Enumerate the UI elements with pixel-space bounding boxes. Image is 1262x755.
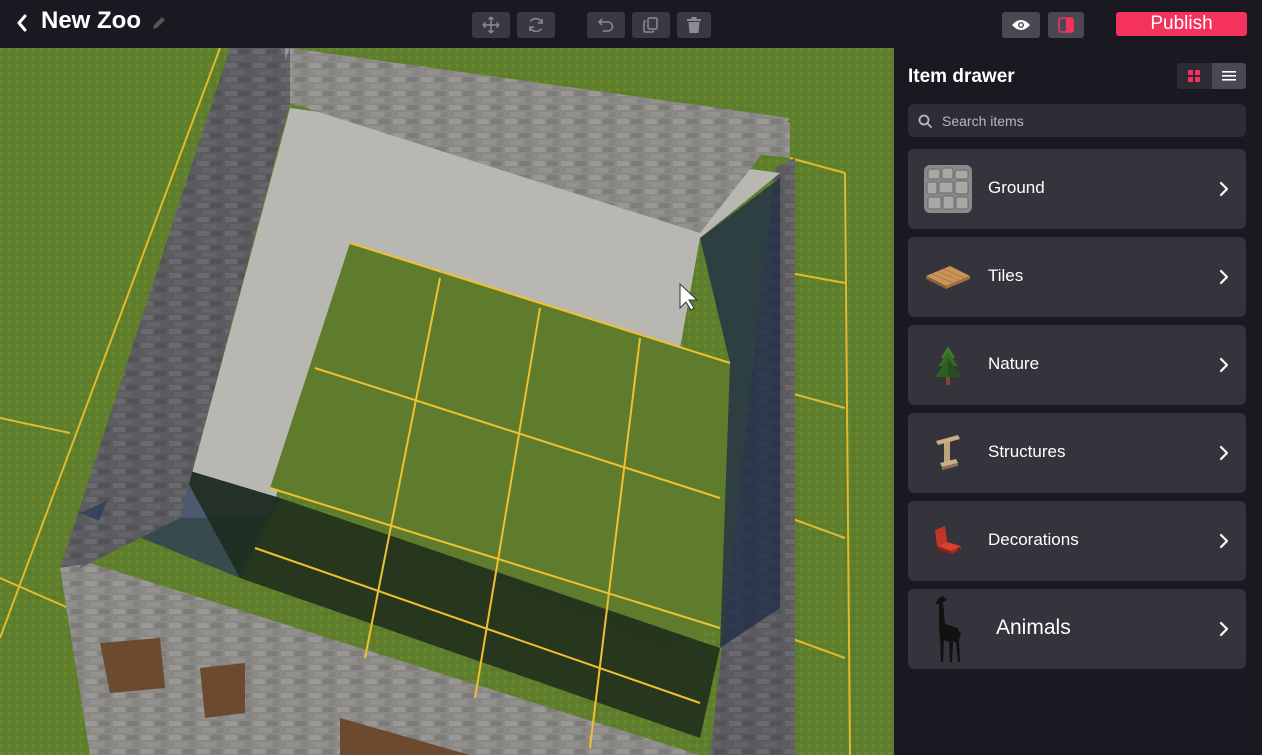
copy-icon <box>643 17 658 33</box>
category-animals[interactable]: Animals <box>908 589 1246 669</box>
category-label: Animals <box>996 616 1071 639</box>
chevron-right-icon <box>1219 269 1229 285</box>
top-bar: New Zoo Publish <box>0 0 1262 48</box>
search-icon <box>918 114 932 128</box>
red-chair-thumb <box>922 515 974 567</box>
category-label: Decorations <box>988 530 1079 549</box>
giraffe-thumb <box>922 595 974 665</box>
eye-icon <box>1012 20 1030 30</box>
category-label: Structures <box>988 442 1066 461</box>
page-title: New Zoo <box>41 7 141 34</box>
search-input[interactable] <box>942 112 1232 129</box>
panel-icon <box>1058 17 1074 33</box>
pine-tree-thumb <box>922 339 974 391</box>
publish-button[interactable]: Publish <box>1116 12 1247 36</box>
stone-ground-thumb <box>922 163 974 215</box>
rotate-button[interactable] <box>517 12 555 38</box>
search-bar <box>908 104 1246 137</box>
category-label: Nature <box>988 354 1040 373</box>
category-label: Ground <box>988 178 1045 197</box>
item-drawer: Item drawer Ground <box>894 48 1262 755</box>
drawer-title: Item drawer <box>908 66 1015 87</box>
category-structures[interactable]: Structures <box>908 413 1246 493</box>
chevron-right-icon <box>1219 621 1229 637</box>
category-ground[interactable]: Ground <box>908 149 1246 229</box>
chevron-right-icon <box>1219 357 1229 373</box>
delete-button[interactable] <box>677 12 711 38</box>
pencil-icon <box>153 17 165 29</box>
list-icon <box>1221 71 1236 81</box>
wood-tile-thumb <box>922 251 974 303</box>
rotate-icon <box>529 17 543 33</box>
list-view-button[interactable] <box>1211 63 1246 89</box>
toggle-panel-button[interactable] <box>1048 12 1084 38</box>
wooden-post-thumb <box>922 427 974 479</box>
category-tiles[interactable]: Tiles <box>908 237 1246 317</box>
move-icon <box>482 16 500 34</box>
back-button[interactable] <box>12 11 32 35</box>
chevron-right-icon <box>1219 181 1229 197</box>
edit-title-button[interactable] <box>150 14 168 32</box>
view-mode-toggle <box>1177 63 1246 89</box>
move-button[interactable] <box>472 12 510 38</box>
grid-icon <box>1188 70 1201 82</box>
copy-button[interactable] <box>632 12 670 38</box>
grid-view-button[interactable] <box>1177 63 1212 89</box>
chevron-right-icon <box>1219 445 1229 461</box>
category-nature[interactable]: Nature <box>908 325 1246 405</box>
chevron-right-icon <box>1219 533 1229 549</box>
scene-viewport[interactable] <box>0 48 894 755</box>
preview-button[interactable] <box>1002 12 1040 38</box>
undo-button[interactable] <box>587 12 625 38</box>
category-decorations[interactable]: Decorations <box>908 501 1246 581</box>
trash-icon <box>687 17 701 33</box>
chevron-left-icon <box>17 14 27 32</box>
undo-icon <box>597 18 614 32</box>
category-label: Tiles <box>988 266 1024 285</box>
